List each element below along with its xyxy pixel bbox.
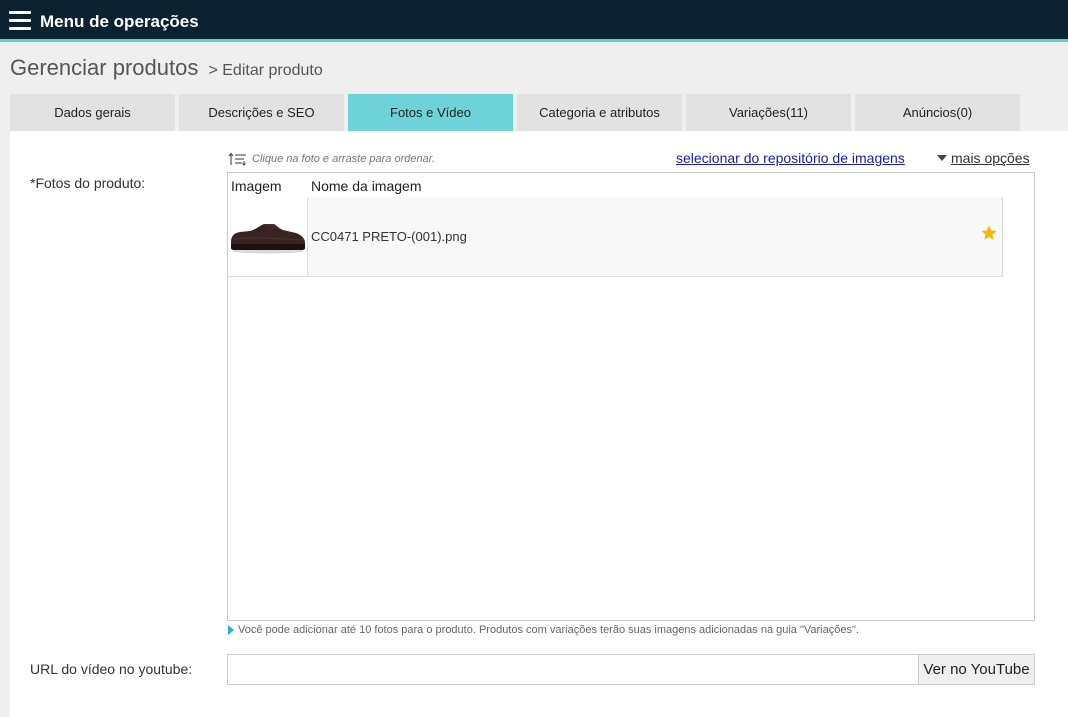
sort-icon [228, 152, 246, 166]
page-subtitle: > Editar produto [208, 62, 323, 79]
top-bar: Menu de operações [0, 0, 1068, 42]
youtube-url-label: URL do vídeo no youtube: [30, 661, 193, 677]
photos-label: *Fotos do produto: [30, 175, 146, 191]
photo-limit-note-text: Você pode adicionar até 10 fotos para o … [238, 624, 859, 636]
column-header-name: Nome da imagem [311, 178, 422, 194]
youtube-url-input[interactable] [227, 654, 919, 685]
tab-dados-gerais[interactable]: Dados gerais [10, 94, 175, 131]
select-from-repository-link[interactable]: selecionar do repositório de imagens [676, 150, 905, 166]
photo-filename: CC0471 PRETO-(001).png [311, 229, 467, 244]
tab-anuncios[interactable]: Anúncios(0) [855, 94, 1020, 131]
caret-down-icon [937, 155, 947, 161]
photo-limit-note: Você pode adicionar até 10 fotos para o … [228, 624, 859, 636]
more-options-toggle[interactable]: mais opções [937, 150, 1030, 166]
view-on-youtube-button[interactable]: Ver no YouTube [918, 654, 1035, 685]
photo-row[interactable]: CC0471 PRETO-(001).png [228, 197, 1003, 277]
tab-categoria-atributos[interactable]: Categoria e atributos [517, 94, 682, 131]
tab-fotos-video[interactable]: Fotos e Vídeo [348, 94, 513, 131]
photo-list[interactable]: Imagem Nome da imagem CC0471 PRETO-(001)… [227, 172, 1035, 621]
shoe-image [231, 224, 305, 254]
drag-hint: Clique na foto e arraste para ordenar. [228, 152, 435, 166]
tab-descricoes-seo[interactable]: Descrições e SEO [179, 94, 344, 131]
photo-thumbnail[interactable] [228, 197, 308, 276]
page-title: Gerenciar produtos > Editar produto [10, 55, 323, 81]
star-icon[interactable] [980, 224, 998, 247]
tab-variacoes[interactable]: Variações(11) [686, 94, 851, 131]
more-options-label: mais opções [951, 150, 1030, 166]
page-title-main: Gerenciar produtos [10, 55, 199, 80]
drag-hint-text: Clique na foto e arraste para ordenar. [252, 153, 436, 165]
menu-title[interactable]: Menu de operações [40, 12, 199, 32]
play-triangle-icon [228, 625, 234, 635]
hamburger-menu-icon[interactable] [9, 11, 31, 30]
column-header-image: Imagem [231, 178, 282, 194]
